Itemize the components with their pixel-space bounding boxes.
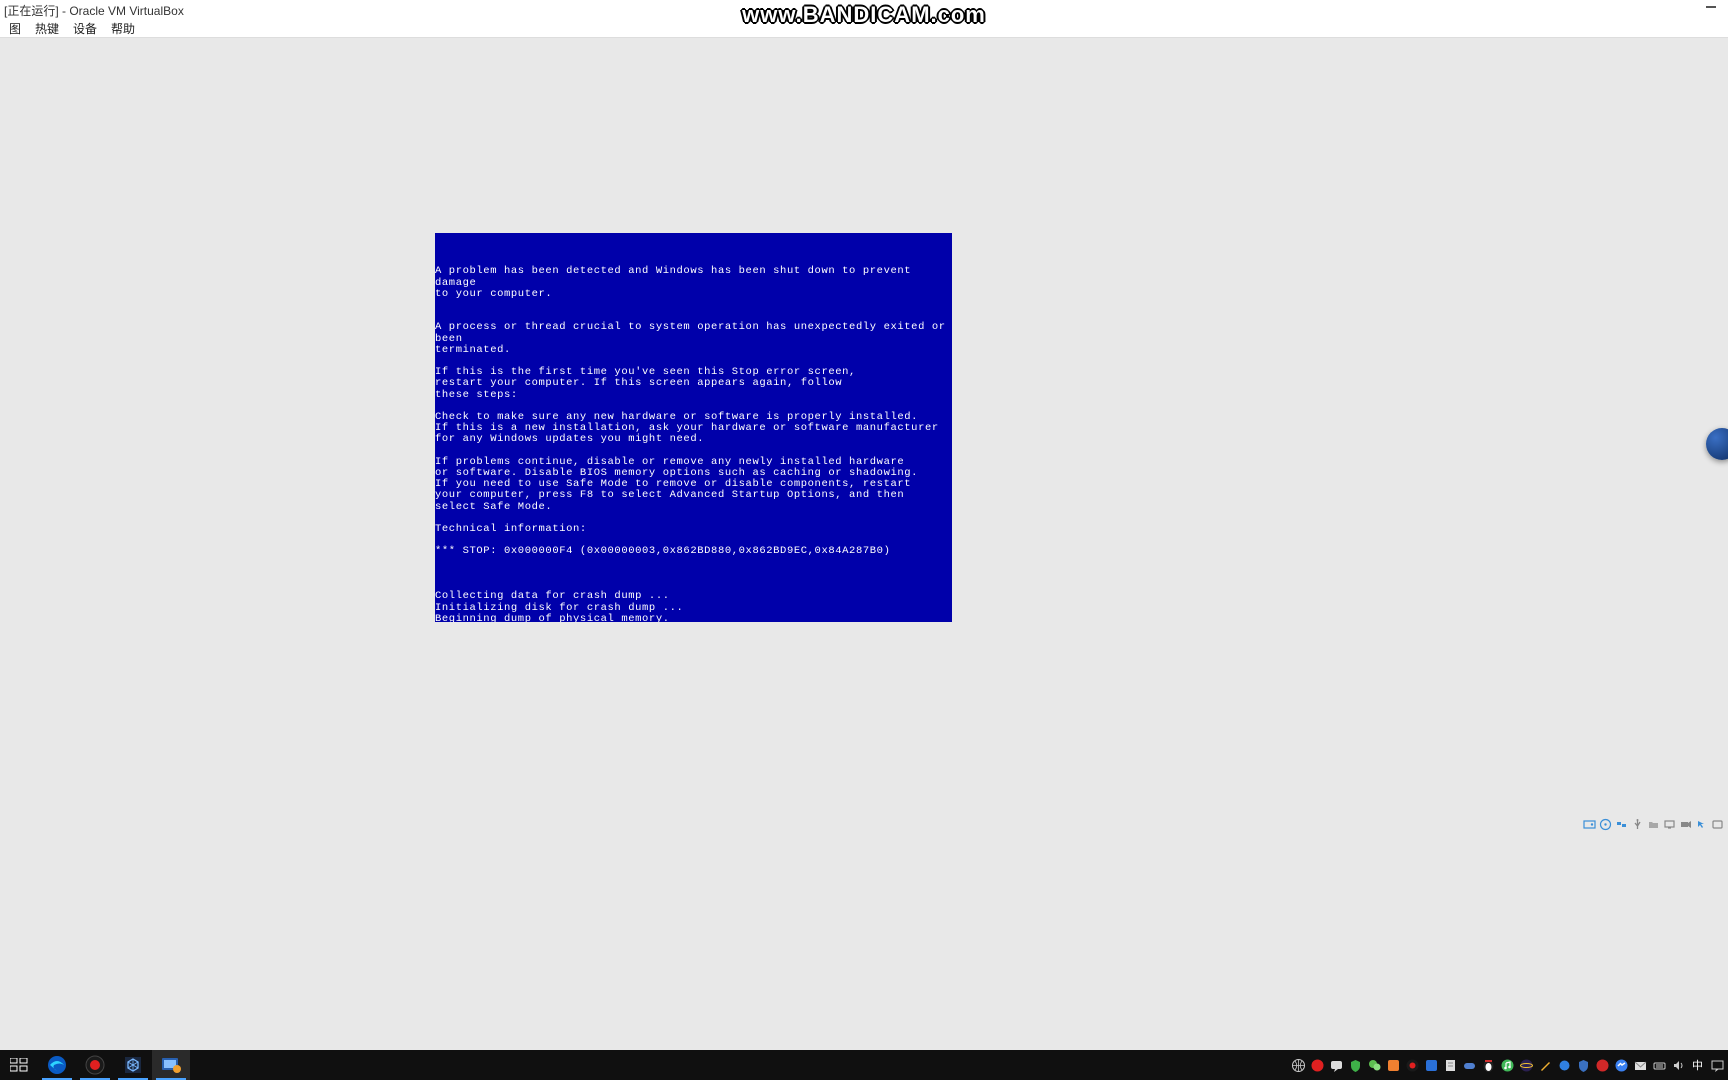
globe-icon[interactable] [1289, 1056, 1307, 1074]
taskbar-edge-browser[interactable] [38, 1050, 76, 1080]
taskbar-bandicam-record[interactable] [76, 1050, 114, 1080]
bsod-screen: A problem has been detected and Windows … [435, 233, 952, 622]
bandicam-watermark: www.BANDICAM.com [742, 2, 986, 28]
mouse-integration-icon[interactable] [1694, 817, 1708, 831]
shield-blue-icon[interactable] [1574, 1056, 1592, 1074]
game-icon[interactable] [1460, 1056, 1478, 1074]
menu-devices[interactable]: 设备 [66, 20, 104, 37]
music-icon[interactable] [1498, 1056, 1516, 1074]
note-icon[interactable] [1441, 1056, 1459, 1074]
bsod-text: A problem has been detected and Windows … [435, 266, 952, 622]
windows-taskbar: 中 [0, 1050, 1728, 1080]
window-title: [正在运行] - Oracle VM VirtualBox [4, 2, 184, 19]
taskbar-virtualbox-manager[interactable] [114, 1050, 152, 1080]
ime-indicator[interactable]: 中 [1688, 1057, 1707, 1073]
messenger-icon[interactable] [1612, 1056, 1630, 1074]
target-icon[interactable] [1403, 1056, 1421, 1074]
eclipse-icon[interactable] [1517, 1056, 1535, 1074]
usb-icon[interactable] [1630, 817, 1644, 831]
floating-assistant-icon[interactable] [1706, 428, 1728, 460]
pencil-icon[interactable] [1536, 1056, 1554, 1074]
blue-app-icon[interactable] [1422, 1056, 1440, 1074]
penguin-icon[interactable] [1479, 1056, 1497, 1074]
vm-statusbar [1582, 815, 1724, 833]
menu-view[interactable]: 图 [2, 20, 28, 37]
recording-icon[interactable] [1678, 817, 1692, 831]
vm-display-area: www.BANDICAM.com A problem has been dete… [0, 38, 1728, 833]
host-key-icon[interactable] [1710, 817, 1724, 831]
action-center-icon[interactable] [1708, 1056, 1726, 1074]
menu-help[interactable]: 帮助 [104, 20, 142, 37]
shield-green-icon[interactable] [1346, 1056, 1364, 1074]
wechat-icon[interactable] [1365, 1056, 1383, 1074]
task-view-button[interactable] [0, 1050, 38, 1080]
cd-icon[interactable] [1598, 817, 1612, 831]
keyboard-icon[interactable] [1650, 1056, 1668, 1074]
record-red-icon[interactable] [1308, 1056, 1326, 1074]
network-icon[interactable] [1614, 817, 1628, 831]
display-icon[interactable] [1662, 817, 1676, 831]
blue-dot-icon[interactable] [1555, 1056, 1573, 1074]
volume-icon[interactable] [1669, 1056, 1687, 1074]
red-dot-icon[interactable] [1593, 1056, 1611, 1074]
taskbar-virtualbox-vm[interactable] [152, 1050, 190, 1080]
menu-hotkeys[interactable]: 热键 [28, 20, 66, 37]
orange-app-icon[interactable] [1384, 1056, 1402, 1074]
disk-icon[interactable] [1582, 817, 1596, 831]
chat-icon[interactable] [1327, 1056, 1345, 1074]
minimize-button[interactable] [1706, 6, 1716, 8]
system-tray: 中 [1289, 1050, 1728, 1080]
mail-icon[interactable] [1631, 1056, 1649, 1074]
shared-folder-icon[interactable] [1646, 817, 1660, 831]
